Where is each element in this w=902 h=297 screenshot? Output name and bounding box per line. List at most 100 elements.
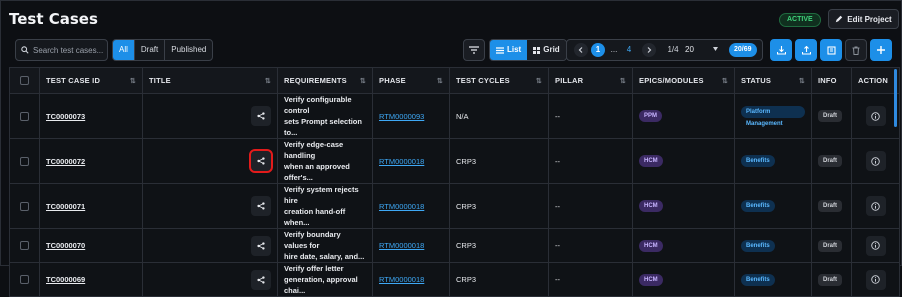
col-test-case-id[interactable]: TEST CASE ID ⇅: [39, 67, 143, 94]
sort-icon[interactable]: ⇅: [536, 77, 542, 85]
share-button[interactable]: [251, 106, 271, 126]
table-row[interactable]: TC0000071 Verify system rejects hire creat…: [9, 183, 900, 229]
row-checkbox[interactable]: [20, 201, 29, 211]
filter-draft[interactable]: Draft: [135, 40, 166, 60]
table-row[interactable]: TC0000070 Verify boundary values for hire …: [9, 228, 900, 263]
sort-icon[interactable]: ⇅: [799, 77, 805, 85]
filter-all[interactable]: All: [113, 40, 135, 60]
test-case-id-link[interactable]: TC0000073: [46, 112, 85, 121]
download-button[interactable]: [770, 39, 792, 61]
phase-cell: CRP3: [449, 228, 549, 263]
requirement-link[interactable]: RTM0000093: [379, 112, 424, 121]
row-checkbox[interactable]: [20, 156, 29, 166]
requirement-link[interactable]: RTM0000018: [379, 275, 424, 284]
table-row[interactable]: TC0000073 Verify configurable control sets…: [9, 93, 900, 139]
library-button[interactable]: [820, 39, 842, 61]
test-case-id-link[interactable]: TC0000072: [46, 157, 85, 166]
info-button[interactable]: [865, 269, 886, 290]
epic-cell: Benefits: [734, 262, 812, 297]
col-title[interactable]: TITLE ⇅: [142, 67, 278, 94]
pillar-badge: HCM: [639, 155, 663, 167]
view-list[interactable]: List: [490, 40, 528, 60]
pillar-cell: HCM: [632, 183, 735, 229]
col-test-cycles[interactable]: TEST CYCLES ⇅: [449, 67, 549, 94]
delete-button[interactable]: [845, 39, 867, 61]
share-button[interactable]: [251, 235, 271, 256]
requirement-link[interactable]: RTM0000018: [379, 202, 424, 211]
page-size-select[interactable]: 20: [683, 42, 720, 56]
phase-cell: CRP3: [449, 183, 549, 229]
col-status[interactable]: STATUS ⇅: [734, 67, 812, 94]
column-header-label: TITLE: [149, 76, 171, 85]
row-select-cell[interactable]: [9, 183, 40, 229]
test-case-id-cell: TC0000073: [39, 93, 143, 139]
share-button[interactable]: [251, 269, 271, 290]
prev-page-button[interactable]: [574, 43, 588, 57]
row-select-cell[interactable]: [9, 228, 40, 263]
info-button[interactable]: [865, 196, 886, 216]
page-1[interactable]: 1: [591, 43, 605, 57]
upload-icon: [801, 45, 811, 55]
col-info: INFO: [811, 67, 852, 94]
table-row[interactable]: TC0000069 Verify offer letter generation, …: [9, 262, 900, 297]
test-case-id-cell: TC0000071: [39, 183, 143, 229]
column-header-label: PHASE: [379, 76, 406, 85]
col-phase[interactable]: PHASE ⇅: [372, 67, 450, 94]
table-scrollbar[interactable]: [894, 69, 897, 127]
table-row[interactable]: TC0000072 Verify edge-case handling when a…: [9, 138, 900, 184]
sort-icon[interactable]: ⇅: [130, 77, 136, 85]
download-icon: [776, 45, 786, 55]
sort-icon[interactable]: ⇅: [437, 77, 443, 85]
next-page-button[interactable]: [642, 43, 656, 57]
sort-icon[interactable]: ⇅: [265, 77, 271, 85]
search-box[interactable]: [15, 39, 108, 61]
col-pillar[interactable]: PILLAR ⇅: [548, 67, 633, 94]
sort-icon[interactable]: ⇅: [360, 77, 366, 85]
requirement-link[interactable]: RTM0000018: [379, 241, 424, 250]
col-epics-modules[interactable]: EPICS/MODULES ⇅: [632, 67, 735, 94]
table-header-row: TEST CASE ID ⇅ TITLE ⇅ REQUIREMENTS ⇅ PHASE…: [9, 67, 900, 94]
page-last[interactable]: 4: [623, 43, 635, 57]
search-input[interactable]: [33, 45, 105, 55]
page-ellipsis: ...: [610, 45, 618, 54]
row-checkbox[interactable]: [20, 111, 29, 121]
row-select-cell[interactable]: [9, 138, 40, 184]
view-grid[interactable]: Grid: [527, 40, 566, 60]
row-checkbox[interactable]: [20, 275, 29, 284]
share-button[interactable]: [249, 149, 273, 173]
info-button[interactable]: [865, 235, 886, 256]
info-button[interactable]: [865, 151, 886, 171]
info-button[interactable]: [865, 106, 886, 126]
result-count-badge: 20/69: [729, 43, 757, 57]
test-case-id-link[interactable]: TC0000070: [46, 241, 85, 250]
row-select-cell[interactable]: [9, 262, 40, 297]
info-icon: [871, 241, 880, 250]
share-icon: [257, 112, 265, 120]
select-all-checkbox[interactable]: [20, 76, 29, 85]
epic-badge: Benefits: [741, 200, 775, 212]
requirement-link[interactable]: RTM0000018: [379, 157, 424, 166]
column-header-label: TEST CASE ID: [46, 76, 101, 85]
col-requirements[interactable]: REQUIREMENTS ⇅: [277, 67, 373, 94]
upload-button[interactable]: [795, 39, 817, 61]
phase-cell: CRP3: [449, 262, 549, 297]
requirements-cell: RTM0000093: [372, 93, 450, 139]
status-badge: Draft: [818, 273, 843, 286]
edit-project-button[interactable]: Edit Project: [828, 9, 899, 29]
row-select-cell[interactable]: [9, 93, 40, 139]
select-all-cell[interactable]: [9, 67, 40, 94]
sort-icon[interactable]: ⇅: [722, 77, 728, 85]
title-line-2: creation hand-off when...: [284, 207, 346, 227]
share-button[interactable]: [251, 196, 271, 216]
info-icon: [871, 156, 880, 166]
test-case-id-link[interactable]: TC0000069: [46, 275, 85, 284]
filter-published[interactable]: Published: [165, 40, 212, 60]
test-case-id-link[interactable]: TC0000071: [46, 202, 85, 211]
filter-button[interactable]: [463, 39, 485, 61]
status-filter-group: All Draft Published: [112, 39, 214, 61]
add-test-case-button[interactable]: [870, 39, 892, 61]
requirements-cell: RTM0000018: [372, 228, 450, 263]
list-icon: [496, 46, 504, 54]
row-checkbox[interactable]: [20, 241, 29, 250]
sort-icon[interactable]: ⇅: [620, 77, 626, 85]
